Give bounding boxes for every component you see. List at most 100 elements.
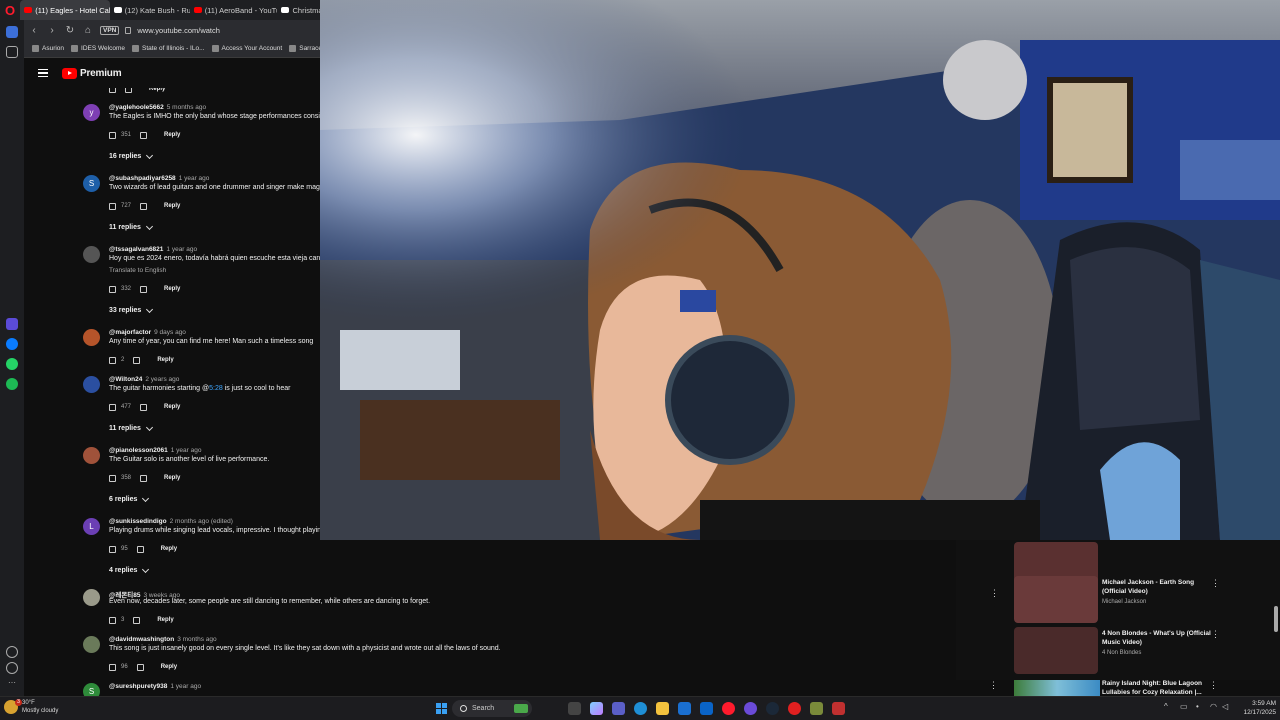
- forward-icon[interactable]: ›: [46, 25, 58, 36]
- bookmark-asurion[interactable]: Asurion: [32, 45, 64, 52]
- like-icon[interactable]: [109, 131, 116, 139]
- comment-author[interactable]: @davidmwashington: [109, 636, 174, 643]
- reply-button[interactable]: Reply: [164, 203, 180, 209]
- opera-menu-icon[interactable]: O: [0, 0, 20, 20]
- vpn-badge[interactable]: VPN: [100, 25, 120, 35]
- reply-button[interactable]: Reply: [161, 664, 177, 670]
- video-channel[interactable]: Michael Jackson: [1102, 598, 1214, 606]
- tab-aeroband[interactable]: (11) AeroBand - YouTube: [190, 0, 277, 20]
- comment-time[interactable]: 9 days ago: [154, 329, 186, 336]
- calculator-icon[interactable]: [678, 702, 691, 715]
- translate-link[interactable]: Translate to English: [109, 267, 166, 274]
- avatar[interactable]: [83, 329, 100, 346]
- bookmark-account[interactable]: Access Your Account: [211, 45, 282, 52]
- reply-button[interactable]: Reply: [164, 404, 180, 410]
- like-icon[interactable]: [109, 474, 116, 482]
- like-icon[interactable]: [109, 403, 116, 411]
- comment-time[interactable]: 3 months ago: [177, 636, 216, 643]
- dislike-icon[interactable]: [133, 356, 141, 364]
- like-icon[interactable]: [109, 356, 116, 364]
- dislike-icon[interactable]: [140, 202, 148, 210]
- avatar[interactable]: S: [83, 175, 100, 192]
- dislike-icon[interactable]: [136, 545, 144, 553]
- lock-icon[interactable]: [125, 26, 132, 34]
- opera-icon[interactable]: [722, 702, 735, 715]
- back-icon[interactable]: ‹: [28, 25, 40, 36]
- like-icon[interactable]: [109, 285, 116, 293]
- like-icon[interactable]: [109, 663, 116, 671]
- more-actions-icon[interactable]: ⋮: [1209, 680, 1218, 691]
- youtube-logo[interactable]: Premium: [62, 67, 122, 79]
- comment-author[interactable]: @subashpadiyar6258: [109, 175, 176, 182]
- dislike-icon[interactable]: [140, 403, 148, 411]
- outlook-icon[interactable]: [700, 702, 713, 715]
- replies-toggle[interactable]: 33 replies: [109, 305, 154, 314]
- avatar[interactable]: [83, 636, 100, 653]
- mini-player-thumbnail[interactable]: [1014, 680, 1100, 696]
- video-channel[interactable]: 4 Non Blondes: [1102, 649, 1214, 657]
- dislike-icon[interactable]: [136, 663, 144, 671]
- comment-time[interactable]: 2 years ago: [145, 376, 179, 383]
- taskbar-search[interactable]: Search: [452, 700, 532, 717]
- comment-time[interactable]: 2 months ago (edited): [170, 518, 233, 525]
- spotify-icon[interactable]: [6, 378, 18, 390]
- mini-player-title[interactable]: Rainy Island Night: Blue Lagoon Lullabie…: [1102, 679, 1207, 697]
- comment-author[interactable]: @sureshpurety938: [109, 683, 167, 690]
- video-title[interactable]: Michael Jackson - Earth Song (Official V…: [1102, 578, 1214, 596]
- like-icon[interactable]: [109, 616, 116, 624]
- replies-toggle[interactable]: 11 replies: [109, 222, 153, 231]
- reply-button[interactable]: Reply: [164, 132, 180, 138]
- aria-icon[interactable]: [6, 318, 18, 330]
- avatar[interactable]: S: [83, 683, 100, 696]
- steam-icon[interactable]: [766, 702, 779, 715]
- messenger-icon[interactable]: [6, 338, 18, 350]
- replies-toggle[interactable]: 16 replies: [109, 151, 154, 160]
- teams-icon[interactable]: [612, 702, 625, 715]
- scrollbar-thumb[interactable]: [1274, 606, 1278, 632]
- url-field[interactable]: www.youtube.com/watch: [137, 26, 220, 35]
- clock[interactable]: 3:59 AM 12/17/2025: [1236, 699, 1276, 717]
- video-thumbnail[interactable]: [1014, 627, 1098, 674]
- comment-author[interactable]: @tssagalvan6821: [109, 246, 163, 253]
- task-view-icon[interactable]: [568, 702, 581, 715]
- video-thumbnail[interactable]: [1014, 576, 1098, 623]
- avatar[interactable]: L: [83, 518, 100, 535]
- comment-time[interactable]: 1 year ago: [170, 683, 201, 690]
- comment-time[interactable]: 1 year ago: [179, 175, 210, 182]
- comment-time[interactable]: 1 year ago: [166, 246, 197, 253]
- chevron-up-icon[interactable]: ^: [1164, 702, 1168, 711]
- like-icon[interactable]: [109, 202, 116, 210]
- discord-icon[interactable]: [744, 702, 757, 715]
- more-actions-icon[interactable]: ⋮: [989, 680, 998, 691]
- like-icon[interactable]: [109, 545, 116, 553]
- avatar[interactable]: [83, 589, 100, 606]
- reply-button[interactable]: Reply: [149, 88, 165, 92]
- more-icon[interactable]: ⋯: [6, 678, 18, 690]
- more-actions-icon[interactable]: ⋮: [990, 588, 999, 599]
- dislike-icon[interactable]: [140, 285, 148, 293]
- home-icon[interactable]: [6, 26, 18, 38]
- bookmark-ides[interactable]: IDES Welcome: [71, 45, 125, 52]
- favorites-icon[interactable]: [6, 646, 18, 658]
- dislike-icon[interactable]: [140, 131, 148, 139]
- volume-icon[interactable]: ◁: [1222, 702, 1228, 711]
- avatar[interactable]: y: [83, 104, 100, 121]
- reply-button[interactable]: Reply: [157, 357, 173, 363]
- avatar[interactable]: [83, 376, 100, 393]
- comment-author[interactable]: @sunkissedindigo: [109, 518, 167, 525]
- comment-time[interactable]: 5 months ago: [167, 104, 206, 111]
- tab-kate-bush[interactable]: (12) Kate Bush - Runn: [110, 0, 190, 20]
- wifi-icon[interactable]: ◠: [1210, 702, 1217, 711]
- dislike-icon[interactable]: [140, 474, 148, 482]
- record-app-icon[interactable]: [788, 702, 801, 715]
- menu-icon[interactable]: [38, 68, 48, 78]
- avatar[interactable]: [83, 447, 100, 464]
- edge-icon[interactable]: [634, 702, 647, 715]
- reply-button[interactable]: Reply: [164, 286, 180, 292]
- more-actions-icon[interactable]: ⋮: [1211, 629, 1220, 640]
- dislike-icon[interactable]: [133, 616, 141, 624]
- comment-author[interactable]: @yaglehoole5662: [109, 104, 164, 111]
- timestamp-link[interactable]: 5:28: [209, 385, 223, 392]
- tab-eagles[interactable]: (11) Eagles - Hotel Califor: [20, 0, 110, 20]
- reply-button[interactable]: Reply: [164, 475, 180, 481]
